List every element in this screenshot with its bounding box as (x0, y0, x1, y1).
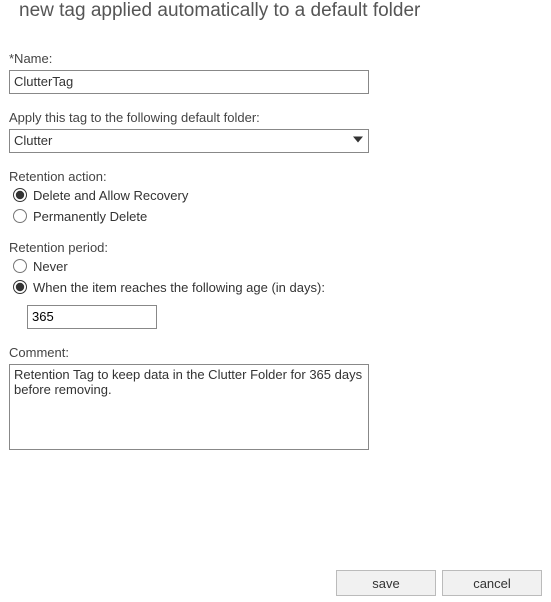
radio-age[interactable] (13, 280, 27, 294)
cancel-button[interactable]: cancel (442, 570, 542, 596)
retention-period-label: Retention period: (9, 240, 542, 255)
comment-label: Comment: (9, 345, 542, 360)
radio-never[interactable] (13, 259, 27, 273)
radio-never-label: Never (33, 259, 68, 274)
folder-label: Apply this tag to the following default … (9, 110, 542, 125)
radio-perm-delete[interactable] (13, 209, 27, 223)
name-label: *Name: (9, 51, 542, 66)
age-days-input[interactable] (27, 305, 157, 329)
radio-perm-delete-label: Permanently Delete (33, 209, 147, 224)
radio-age-label: When the item reaches the following age … (33, 280, 325, 295)
radio-delete-recover-label: Delete and Allow Recovery (33, 188, 188, 203)
radio-delete-recover[interactable] (13, 188, 27, 202)
name-input[interactable] (9, 70, 369, 94)
comment-textarea[interactable] (9, 364, 369, 450)
retention-action-label: Retention action: (9, 169, 542, 184)
page-title: new tag applied automatically to a defau… (19, 0, 542, 23)
folder-select[interactable]: Clutter (9, 129, 369, 153)
save-button[interactable]: save (336, 570, 436, 596)
